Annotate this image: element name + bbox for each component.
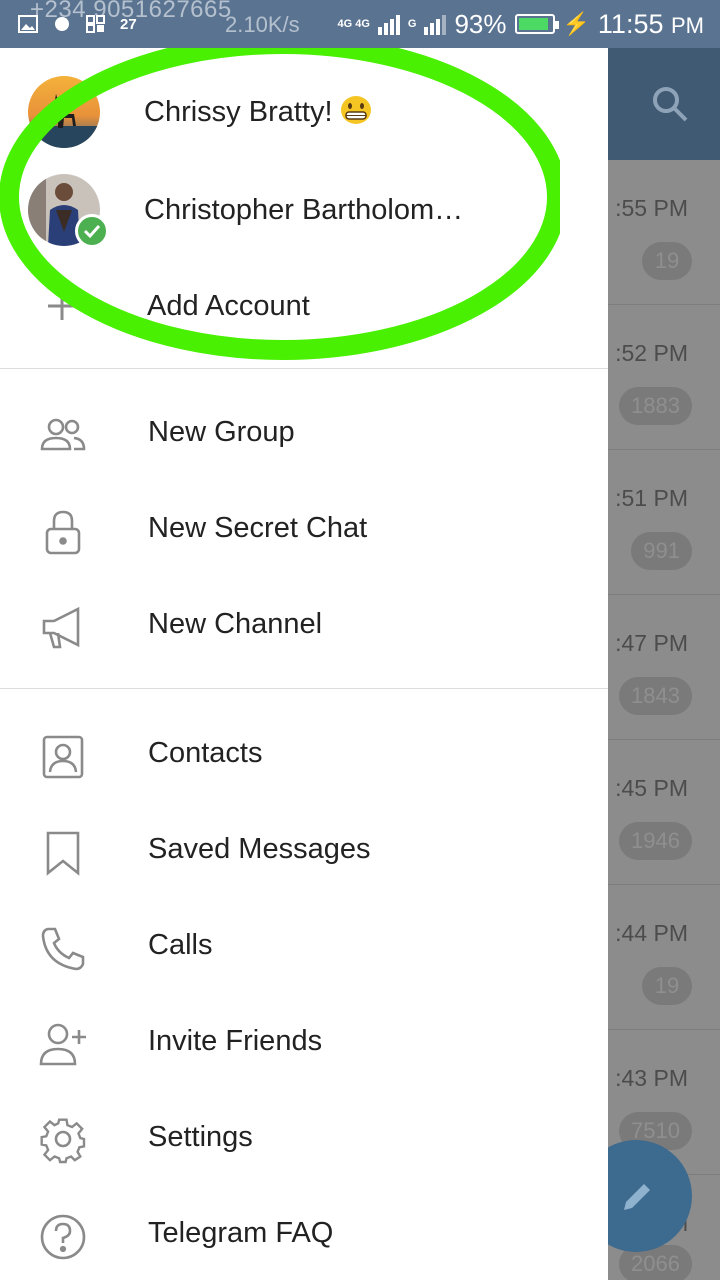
menu-label: Calls (148, 929, 213, 961)
chat-row[interactable]: :47 PM 1843 (608, 595, 720, 740)
chat-row[interactable]: :51 PM 991 (608, 450, 720, 595)
chat-time: :43 PM (615, 1065, 688, 1091)
menu-label: New Channel (148, 608, 323, 640)
unread-count: 991 (631, 532, 692, 570)
unread-count: 1946 (619, 822, 692, 860)
menu-label: New Secret Chat (148, 512, 368, 544)
chat-time: :55 PM (615, 195, 688, 221)
menu-telegram-faq[interactable]: Telegram FAQ (0, 1187, 608, 1280)
network-type-b: G (407, 18, 417, 30)
chat-row[interactable]: :52 PM 1883 (608, 305, 720, 450)
avatar (28, 76, 100, 148)
navigation-drawer: Chrissy Bratty! Christopher Bartholom… A… (0, 48, 608, 1280)
help-icon (40, 1214, 86, 1260)
phone-icon (41, 927, 85, 971)
chat-time: :47 PM (615, 630, 688, 656)
add-person-icon (39, 1023, 86, 1066)
plus-icon (48, 292, 76, 320)
pencil-icon (624, 1184, 650, 1210)
menu-saved-messages[interactable]: Saved Messages (0, 803, 608, 899)
lock-icon (45, 510, 81, 555)
chat-time: :51 PM (615, 485, 688, 511)
signal-icon-2 (424, 13, 447, 35)
unread-count: 1843 (619, 677, 692, 715)
menu-label: Settings (148, 1121, 253, 1153)
account-name: Chrissy Bratty! (144, 95, 373, 129)
menu-label: New Group (148, 416, 295, 448)
battery-percent: 93% (454, 8, 507, 39)
grinning-face-emoji (340, 96, 371, 124)
verified-check-icon (75, 214, 109, 248)
chat-list-background: :55 PM 19 :52 PM 1883 :51 PM 991 :47 PM 1843… (608, 160, 720, 1280)
group-icon (40, 418, 86, 451)
chat-row[interactable]: :44 PM 19 (608, 885, 720, 1030)
divider (0, 688, 608, 689)
menu-invite-friends[interactable]: Invite Friends (0, 995, 608, 1091)
gear-icon (40, 1118, 86, 1164)
chat-time: :44 PM (615, 920, 688, 946)
signal-icon-1 (377, 13, 400, 35)
chat-row[interactable]: :45 PM 1946 (608, 740, 720, 885)
megaphone-icon (42, 606, 80, 649)
menu-calls[interactable]: Calls (0, 899, 608, 995)
chat-time: :45 PM (615, 775, 688, 801)
menu-label: Contacts (148, 737, 263, 769)
add-account-button[interactable]: Add Account (0, 258, 608, 354)
menu-label: Saved Messages (148, 833, 371, 865)
status-bar: 27 +234 9051627665 2.10K/s 4G 4G G 93% ⚡… (0, 0, 720, 48)
menu-contacts[interactable]: Contacts (0, 707, 608, 803)
battery-icon (514, 14, 559, 34)
deer-photo-icon (28, 76, 100, 148)
contact-icon (42, 735, 84, 779)
bookmark-icon (46, 831, 80, 876)
account-item[interactable]: Chrissy Bratty! (0, 64, 608, 160)
clock: 11:55 PM (597, 8, 704, 39)
menu-settings[interactable]: Settings (0, 1091, 608, 1187)
add-account-label: Add Account (147, 289, 310, 322)
menu-new-group[interactable]: New Group (0, 386, 608, 482)
phone-number-overlay: +234 9051627665 (30, 0, 232, 23)
menu-label: Invite Friends (148, 1025, 323, 1057)
network-speed: 2.10K/s (225, 12, 300, 37)
menu-new-secret-chat[interactable]: New Secret Chat (0, 482, 608, 578)
chat-row[interactable]: :55 PM 19 (608, 160, 720, 305)
chat-time: :52 PM (615, 340, 688, 366)
unread-count: 19 (642, 242, 692, 280)
unread-count: 1883 (619, 387, 692, 425)
menu-label: Telegram FAQ (148, 1217, 334, 1249)
network-type-a: 4G 4G (337, 18, 370, 30)
account-name: Christopher Bartholom… (144, 193, 464, 226)
charging-icon: ⚡ (562, 11, 590, 36)
menu-new-channel[interactable]: New Channel (0, 578, 608, 674)
unread-count: 19 (642, 967, 692, 1005)
divider (0, 368, 608, 369)
search-icon[interactable] (650, 84, 690, 124)
